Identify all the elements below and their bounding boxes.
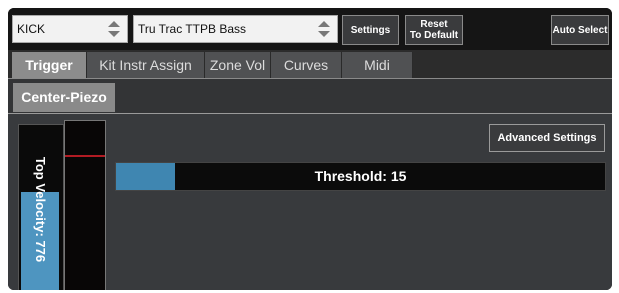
tab-center-piezo[interactable]: Center-Piezo	[13, 83, 115, 112]
top-bar: KICK Tru Trac TTPB Bass Settings Reset T…	[8, 8, 612, 50]
velocity-meter: Top Velocity: 776	[18, 124, 64, 290]
tab-kit-instr-assign[interactable]: Kit Instr Assign	[87, 52, 205, 78]
tab-bar: Trigger Kit Instr Assign Zone Vol Curves…	[8, 50, 612, 79]
reset-to-default-button[interactable]: Reset To Default	[405, 15, 463, 45]
zone-tab-bar: Center-Piezo	[8, 79, 612, 114]
updown-arrow-icon	[318, 21, 330, 37]
tab-zone-vol[interactable]: Zone Vol	[205, 52, 271, 78]
velocity-label: Top Velocity: 776	[33, 156, 49, 262]
instrument-select[interactable]: Tru Trac TTPB Bass	[133, 15, 338, 43]
reset-label-line2: To Default	[409, 30, 459, 41]
screen: KICK Tru Trac TTPB Bass Settings Reset T…	[8, 8, 612, 290]
settings-button[interactable]: Settings	[342, 15, 399, 45]
auto-select-label: Auto Select	[552, 24, 608, 36]
threshold-slider[interactable]: Threshold: 15	[115, 162, 606, 191]
tab-trigger[interactable]: Trigger	[12, 52, 87, 78]
kit-select-value: KICK	[17, 22, 46, 36]
trigger-panel: Top Velocity: 776 Advanced Settings Thre…	[8, 114, 612, 290]
kit-select[interactable]: KICK	[12, 15, 128, 43]
tab-midi[interactable]: Midi	[342, 52, 413, 78]
settings-button-label: Settings	[350, 24, 391, 36]
threshold-label: Threshold: 15	[314, 168, 407, 184]
reset-label-line1: Reset	[420, 19, 448, 30]
hit-level-meter	[64, 120, 106, 290]
advanced-settings-label: Advanced Settings	[497, 132, 597, 144]
updown-arrow-icon	[108, 21, 120, 37]
tab-curves[interactable]: Curves	[271, 52, 342, 78]
auto-select-button[interactable]: Auto Select	[551, 15, 609, 45]
instrument-select-value: Tru Trac TTPB Bass	[138, 22, 247, 36]
hit-level-marker	[65, 155, 105, 158]
advanced-settings-button[interactable]: Advanced Settings	[489, 124, 605, 152]
